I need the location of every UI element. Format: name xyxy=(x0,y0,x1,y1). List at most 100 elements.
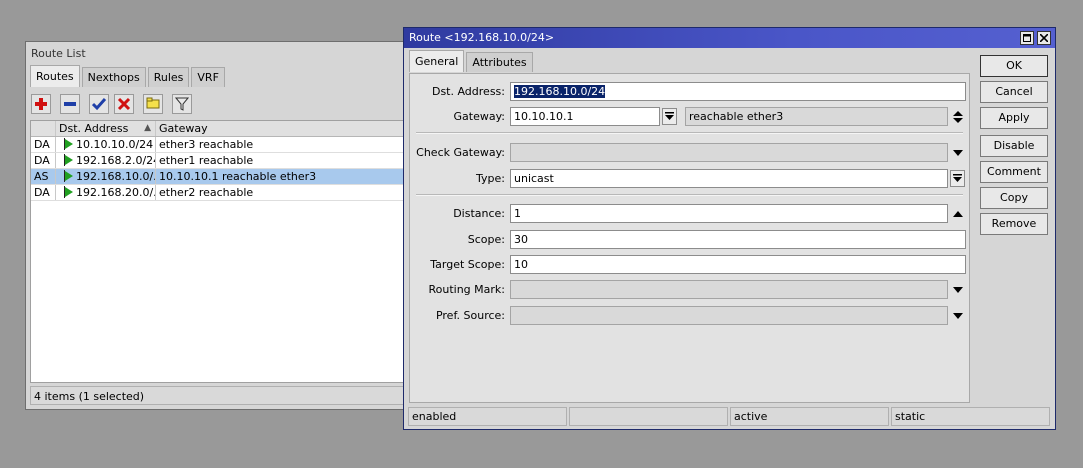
distance-label: Distance: xyxy=(453,207,505,220)
remove-button[interactable]: Remove xyxy=(980,213,1048,235)
sort-ascending-icon: ▲ xyxy=(144,123,151,133)
dst-address-value: 192.168.10.0/24 xyxy=(514,85,606,98)
dst-address-label: Dst. Address: xyxy=(431,85,505,98)
row-flags: DA xyxy=(31,153,56,168)
gateway-row: Gateway: 10.10.10.1 reachable ether3 xyxy=(410,107,971,126)
route-dialog-tabs: General Attributes xyxy=(409,50,535,72)
check-gateway-row: Check Gateway: xyxy=(410,143,971,162)
route-list-toolbar xyxy=(31,94,197,114)
check-gateway-dropdown[interactable] xyxy=(950,143,966,162)
route-flag-icon xyxy=(64,138,73,150)
route-dialog-titlebar: Route <192.168.10.0/24> xyxy=(404,28,1055,48)
table-row-selected[interactable]: AS 192.168.10.0/... 10.10.10.1 reachable… xyxy=(31,169,406,185)
row-gateway: ether2 reachable xyxy=(159,186,254,199)
tab-attributes[interactable]: Attributes xyxy=(466,52,533,72)
distance-collapse-button[interactable] xyxy=(950,204,966,223)
route-dialog-window: Route <192.168.10.0/24> General Attribut… xyxy=(403,27,1056,430)
disable-button[interactable]: Disable xyxy=(980,135,1048,157)
check-gateway-input[interactable] xyxy=(510,143,948,162)
row-dst-address: 192.168.2.0/24 xyxy=(56,153,156,168)
distance-row: Distance: 1 xyxy=(410,204,971,223)
up-down-arrows-icon xyxy=(953,110,963,123)
gateway-label: Gateway: xyxy=(453,110,506,123)
row-flags: DA xyxy=(31,185,56,200)
dst-address-input[interactable]: 192.168.10.0/24 xyxy=(510,82,966,101)
row-dst-text: 10.10.10.0/24 xyxy=(76,138,154,151)
row-gateway: 10.10.10.1 reachable ether3 xyxy=(159,170,317,183)
route-list-status: 4 items (1 selected) xyxy=(30,386,407,405)
distance-input[interactable]: 1 xyxy=(510,204,948,223)
scope-label: Scope: xyxy=(467,233,505,246)
routing-mark-dropdown[interactable] xyxy=(950,280,966,299)
route-flag-icon xyxy=(64,154,73,166)
routes-table: Dst. Address ▲ Gateway DA 10.10.10.0/24 e… xyxy=(30,120,407,383)
triangle-down-icon xyxy=(953,149,963,156)
add-button[interactable] xyxy=(31,94,51,114)
remove-button[interactable] xyxy=(60,94,80,114)
enable-button[interactable] xyxy=(89,94,109,114)
routing-mark-input[interactable] xyxy=(510,280,948,299)
gateway-dropdown-button[interactable] xyxy=(662,108,677,125)
close-icon xyxy=(1040,34,1048,42)
comment-icon xyxy=(146,97,160,109)
column-header-gateway[interactable]: Gateway xyxy=(156,121,406,136)
row-dst-address: 192.168.10.0/... xyxy=(56,169,156,184)
column-header-flags[interactable] xyxy=(31,121,56,136)
table-row[interactable]: DA 192.168.2.0/24 ether1 reachable xyxy=(31,153,406,169)
comment-button[interactable] xyxy=(143,94,163,114)
scope-input[interactable]: 30 xyxy=(510,230,966,249)
row-gateway: ether1 reachable xyxy=(159,154,254,167)
maximize-icon xyxy=(1023,34,1031,42)
routing-mark-label: Routing Mark: xyxy=(428,283,505,296)
ok-button[interactable]: OK xyxy=(980,55,1048,77)
tab-rules[interactable]: Rules xyxy=(147,67,190,87)
row-flags: AS xyxy=(31,169,56,184)
tab-general[interactable]: General xyxy=(409,50,465,72)
gateway-input[interactable]: 10.10.10.1 xyxy=(510,107,660,126)
copy-button[interactable]: Copy xyxy=(980,187,1048,209)
route-list-title: Route List xyxy=(26,42,406,63)
tab-nexthops[interactable]: Nexthops xyxy=(81,67,146,87)
maximize-button[interactable] xyxy=(1020,31,1034,45)
chevron-down-icon xyxy=(665,112,674,120)
pref-source-label: Pref. Source: xyxy=(435,309,505,322)
triangle-down-icon xyxy=(953,312,963,319)
general-panel: Dst. Address: 192.168.10.0/24 Gateway: 1… xyxy=(409,73,970,403)
type-label: Type: xyxy=(476,172,505,185)
triangle-up-icon xyxy=(953,210,963,217)
type-dropdown-button[interactable] xyxy=(950,170,965,187)
window-buttons xyxy=(1017,31,1051,45)
pref-source-dropdown[interactable] xyxy=(950,306,966,325)
x-icon xyxy=(117,97,131,111)
table-row[interactable]: DA 10.10.10.0/24 ether3 reachable xyxy=(31,137,406,153)
separator xyxy=(416,194,963,196)
disable-button[interactable] xyxy=(114,94,134,114)
pref-source-input[interactable] xyxy=(510,306,948,325)
table-header: Dst. Address ▲ Gateway xyxy=(31,121,406,137)
filter-button[interactable] xyxy=(172,94,192,114)
route-flag-icon xyxy=(64,170,73,182)
separator xyxy=(416,132,963,134)
pref-source-row: Pref. Source: xyxy=(410,306,971,325)
column-header-dst-address[interactable]: Dst. Address ▲ xyxy=(56,121,156,136)
apply-button[interactable]: Apply xyxy=(980,107,1048,129)
check-icon xyxy=(92,98,106,111)
route-dialog-title: Route <192.168.10.0/24> xyxy=(409,31,555,44)
cancel-button[interactable]: Cancel xyxy=(980,81,1048,103)
gateway-updown-button[interactable] xyxy=(950,107,966,126)
close-button[interactable] xyxy=(1037,31,1051,45)
tab-routes[interactable]: Routes xyxy=(30,65,80,87)
status-active: active xyxy=(730,407,889,426)
row-dst-text: 192.168.20.0/... xyxy=(76,186,156,199)
target-scope-row: Target Scope: 10 xyxy=(410,255,971,274)
row-dst-address: 10.10.10.0/24 xyxy=(56,137,156,152)
target-scope-label: Target Scope: xyxy=(430,258,505,271)
target-scope-input[interactable]: 10 xyxy=(510,255,966,274)
status-static: static xyxy=(891,407,1050,426)
tab-vrf[interactable]: VRF xyxy=(191,67,225,87)
row-dst-text: 192.168.2.0/24 xyxy=(76,154,156,167)
comment-button[interactable]: Comment xyxy=(980,161,1048,183)
type-select[interactable]: unicast xyxy=(510,169,948,188)
scope-row: Scope: 30 xyxy=(410,230,971,249)
table-row[interactable]: DA 192.168.20.0/... ether2 reachable xyxy=(31,185,406,201)
